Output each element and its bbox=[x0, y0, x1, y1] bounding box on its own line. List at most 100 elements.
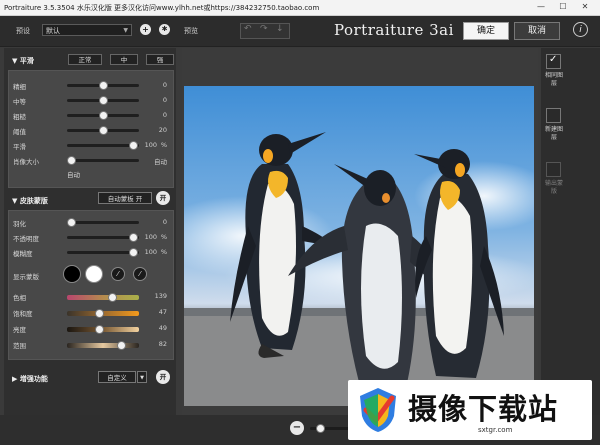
smoothing-1-slider-knob[interactable] bbox=[99, 96, 108, 105]
smoothing-4-label: 平滑 bbox=[13, 143, 26, 151]
smoothing-2-label: 粗糙 bbox=[13, 113, 26, 121]
zoom-slider[interactable] bbox=[310, 424, 350, 433]
smoothing-3-label: 阈值 bbox=[13, 128, 26, 136]
smoothing-0-slider[interactable] bbox=[67, 81, 139, 90]
color-3-value: 82 bbox=[158, 340, 167, 348]
zoom-slider-knob[interactable] bbox=[316, 424, 325, 433]
top-toolbar: 预设 默认 ▼ + ✱ 预览 ↶ ↷ ↓ Portraiture 3ai 确定 … bbox=[0, 16, 600, 47]
portrait-size-note: 自动 bbox=[67, 171, 80, 179]
new-layer-checkbox[interactable] bbox=[546, 108, 561, 123]
color-0-slider-knob[interactable] bbox=[107, 293, 117, 302]
smoothing-0-value: 0 bbox=[162, 81, 167, 89]
mask-0-slider-knob[interactable] bbox=[66, 218, 76, 227]
same-layer-checkbox[interactable]: ✓ bbox=[546, 54, 561, 69]
undo-icon[interactable]: ↶ bbox=[244, 24, 252, 34]
enhance-preset-select[interactable]: 自定义 bbox=[98, 371, 136, 383]
smoothing-4-slider-knob[interactable] bbox=[129, 141, 139, 150]
mask-1-slider[interactable] bbox=[67, 233, 139, 242]
smoothing-2-slider-knob[interactable] bbox=[99, 111, 108, 120]
smoothing-4-value: 100 bbox=[144, 141, 157, 149]
color-0-label: 色相 bbox=[13, 294, 26, 302]
enhance-preset-value: 自定义 bbox=[107, 374, 127, 382]
smoothing-0-slider-knob[interactable] bbox=[99, 81, 108, 90]
color-1-label: 饱和度 bbox=[13, 310, 33, 318]
mask-1-value: 100 bbox=[144, 233, 157, 241]
cancel-button[interactable]: 取消 bbox=[514, 22, 560, 40]
output-panel: ✓ 相同图层 新建图层 输出蒙版 bbox=[541, 48, 600, 415]
color-2-slider[interactable] bbox=[67, 325, 139, 334]
chevron-down-icon[interactable]: ▼ bbox=[137, 371, 147, 383]
check-icon: ✓ bbox=[549, 54, 558, 65]
smoothing-1-value: 0 bbox=[162, 96, 167, 104]
color-1-value: 47 bbox=[158, 308, 167, 316]
output-mask-checkbox[interactable] bbox=[546, 162, 561, 177]
eyedropper-plus-icon[interactable]: ⁄ bbox=[133, 267, 147, 281]
skin-mask-header[interactable]: ▼ 皮肤蒙版 bbox=[12, 196, 48, 206]
output-mask-label: 输出蒙版 bbox=[544, 180, 563, 195]
new-layer-label: 新建图层 bbox=[544, 126, 563, 141]
watermark-logo: 摄像下载站 sxtgr.com bbox=[348, 380, 592, 440]
smoothing-0-label: 精细 bbox=[13, 83, 26, 91]
redo-icon[interactable]: ↷ bbox=[260, 24, 268, 34]
mode-strong-button[interactable]: 强 bbox=[146, 54, 174, 65]
color-0-value: 139 bbox=[154, 292, 167, 300]
enhance-toggle[interactable]: 开 bbox=[156, 370, 170, 384]
add-preset-button[interactable]: + bbox=[140, 24, 151, 35]
color-2-value: 49 bbox=[158, 324, 167, 332]
eyedropper-icon[interactable]: ⁄ bbox=[111, 267, 125, 281]
color-3-slider-knob[interactable] bbox=[117, 341, 126, 350]
mask-2-slider[interactable] bbox=[67, 248, 139, 257]
mask-white-swatch[interactable] bbox=[85, 265, 103, 283]
zoom-out-button[interactable]: − bbox=[290, 421, 304, 435]
close-button[interactable]: ✕ bbox=[578, 2, 592, 12]
chevron-down-icon: ▼ bbox=[123, 27, 128, 34]
skin-mask-toggle[interactable]: 开 bbox=[156, 191, 170, 205]
smoothing-3-slider[interactable] bbox=[67, 126, 139, 135]
penguins-photo bbox=[184, 86, 534, 406]
mask-black-swatch[interactable] bbox=[63, 265, 81, 283]
smoothing-1-slider[interactable] bbox=[67, 96, 139, 105]
maximize-button[interactable]: ☐ bbox=[556, 2, 570, 12]
info-icon[interactable]: i bbox=[573, 22, 588, 37]
watermark-url: sxtgr.com bbox=[478, 426, 513, 434]
mask-1-slider-knob[interactable] bbox=[129, 233, 139, 242]
color-0-slider[interactable] bbox=[67, 293, 139, 302]
portrait-size-label: 肖像大小 bbox=[13, 158, 39, 166]
ok-button[interactable]: 确定 bbox=[463, 22, 509, 40]
collapse-triangle-icon: ▼ bbox=[12, 57, 20, 65]
smoothing-3-slider-knob[interactable] bbox=[99, 126, 108, 135]
minimize-button[interactable]: — bbox=[534, 2, 548, 12]
color-1-slider-knob[interactable] bbox=[95, 309, 105, 318]
gear-icon[interactable]: ✱ bbox=[159, 24, 170, 35]
collapse-triangle-icon: ▼ bbox=[12, 197, 20, 205]
mask-2-label: 模糊度 bbox=[13, 250, 33, 258]
mode-medium-button[interactable]: 中 bbox=[110, 54, 138, 65]
mask-2-value: 100 bbox=[144, 248, 157, 256]
portrait-size-slider[interactable] bbox=[66, 156, 139, 165]
color-1-slider[interactable] bbox=[67, 309, 139, 318]
smoothing-body: 精细 0 中等 0 粗糙 0 阈值 20 平滑 100% 肖像大小 自动 自动 bbox=[8, 70, 174, 188]
color-2-slider-knob[interactable] bbox=[95, 325, 105, 334]
portrait-size-slider-knob[interactable] bbox=[66, 156, 76, 165]
history-dropdown-icon[interactable]: ↓ bbox=[276, 24, 284, 34]
same-layer-label: 相同图层 bbox=[544, 72, 563, 87]
auto-mask-button[interactable]: 自动蒙板 开 bbox=[98, 192, 152, 204]
preset-select[interactable]: 默认 ▼ bbox=[42, 24, 132, 36]
mask-0-slider[interactable] bbox=[66, 218, 139, 227]
color-3-slider[interactable] bbox=[67, 341, 139, 350]
mode-normal-button[interactable]: 正常 bbox=[68, 54, 102, 65]
preview-label: 预览 bbox=[184, 27, 198, 35]
mask-0-label: 羽化 bbox=[13, 220, 26, 228]
enhance-header[interactable]: ▶ 增强功能 bbox=[12, 374, 48, 384]
mask-2-unit: % bbox=[160, 248, 167, 256]
skin-mask-body: 显示蒙版 ⁄ ⁄ 羽化 0 不透明度 100% 模糊度 100% 色相 139 饱和度 47 亮度 4… bbox=[8, 210, 174, 360]
smoothing-4-slider[interactable] bbox=[67, 141, 139, 150]
mask-2-slider-knob[interactable] bbox=[129, 248, 139, 257]
smoothing-title: 平滑 bbox=[19, 57, 34, 65]
history-buttons: ↶ ↷ ↓ bbox=[240, 23, 290, 39]
smoothing-header[interactable]: ▼ 平滑 bbox=[12, 56, 34, 66]
smoothing-2-slider[interactable] bbox=[67, 111, 139, 120]
preview-image[interactable] bbox=[184, 86, 534, 406]
color-3-label: 范围 bbox=[13, 342, 26, 350]
show-mask-label: 显示蒙版 bbox=[13, 273, 39, 281]
